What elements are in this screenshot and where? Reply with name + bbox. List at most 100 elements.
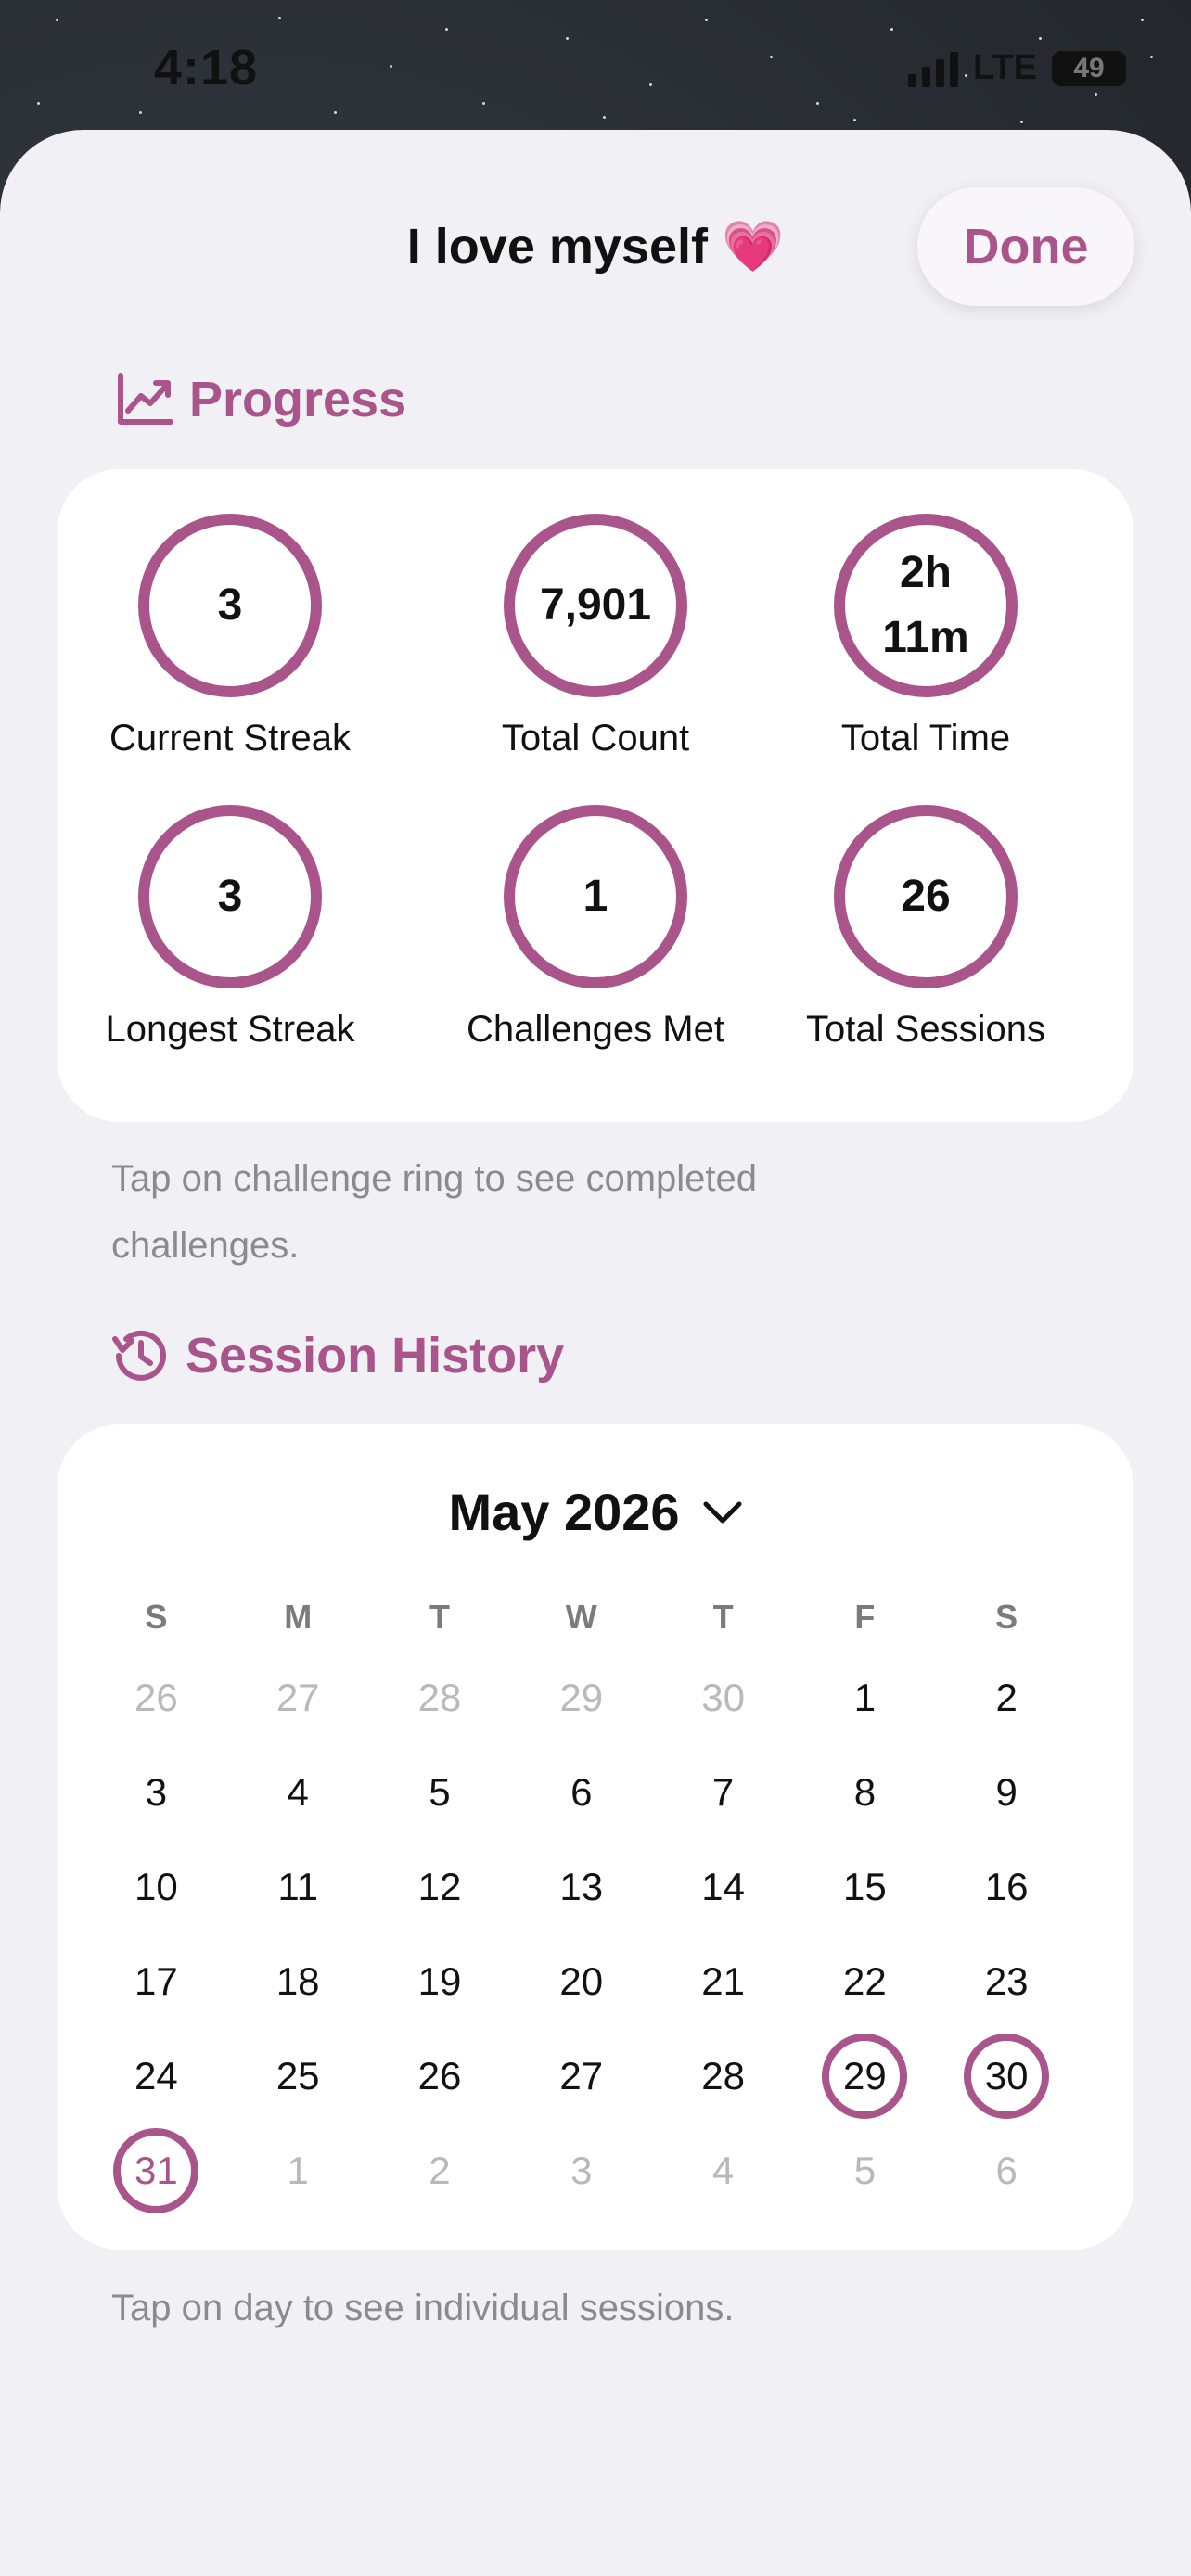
progress-note: Tap on challenge ring to see completed c… bbox=[111, 1158, 758, 1266]
weekday-label: W bbox=[565, 1598, 597, 1636]
calendar-day[interactable]: 8 bbox=[794, 1745, 936, 1840]
day-number: 6 bbox=[570, 1770, 593, 1814]
calendar-day[interactable]: 16 bbox=[936, 1840, 1078, 1934]
star-dot bbox=[139, 111, 142, 114]
calendar-day[interactable]: 11 bbox=[227, 1840, 369, 1934]
calendar-day[interactable]: 3 bbox=[510, 2123, 652, 2218]
day-number: 15 bbox=[843, 1865, 887, 1908]
calendar-day[interactable]: 1 bbox=[794, 1651, 936, 1745]
weekday-label: T bbox=[429, 1598, 450, 1636]
calendar-day[interactable]: 27 bbox=[510, 2029, 652, 2123]
calendar-day[interactable]: 4 bbox=[652, 2123, 794, 2218]
calendar-day[interactable]: 29 bbox=[510, 1651, 652, 1745]
calendar-day[interactable]: 18 bbox=[227, 1934, 369, 2029]
stat-ring[interactable]: 26 bbox=[834, 805, 1018, 988]
calendar-day[interactable]: 14 bbox=[652, 1840, 794, 1934]
calendar-day[interactable]: 23 bbox=[936, 1934, 1078, 2029]
stat-total-sessions[interactable]: 26 Total Sessions bbox=[761, 805, 1091, 1051]
calendar-day[interactable]: 5 bbox=[369, 1745, 511, 1840]
day-number: 16 bbox=[984, 1865, 1029, 1908]
history-note: Tap on day to see individual sessions. bbox=[111, 2288, 735, 2328]
day-number: 10 bbox=[134, 1865, 178, 1908]
progress-title: Progress bbox=[189, 372, 407, 427]
star-dot bbox=[482, 102, 485, 105]
stat-label: Total Count bbox=[501, 718, 690, 759]
calendar-day[interactable]: 27 bbox=[227, 1651, 369, 1745]
calendar-day[interactable]: 29 bbox=[794, 2029, 936, 2123]
stat-longest-streak[interactable]: 3 Longest Streak bbox=[65, 805, 395, 1051]
calendar-day[interactable]: 30 bbox=[936, 2029, 1078, 2123]
month-label[interactable]: May 2026 bbox=[448, 1482, 679, 1542]
star-dot bbox=[1020, 121, 1023, 123]
calendar-day[interactable]: 3 bbox=[85, 1745, 227, 1840]
weekday-label: F bbox=[854, 1598, 876, 1636]
calendar-day[interactable]: 28 bbox=[369, 1651, 511, 1745]
day-number: 20 bbox=[559, 1959, 604, 2003]
calendar-day[interactable]: 17 bbox=[85, 1934, 227, 2029]
day-number: 29 bbox=[559, 1676, 604, 1719]
calendar-day[interactable]: 12 bbox=[369, 1840, 511, 1934]
progress-card: 3 Current Streak 7,901 Total Count 2h 11… bbox=[58, 469, 1133, 1122]
star-dot bbox=[1141, 19, 1144, 21]
calendar-day[interactable]: 26 bbox=[369, 2029, 511, 2123]
stat-label: Challenges Met bbox=[467, 1009, 724, 1050]
calendar-day[interactable]: 13 bbox=[510, 1840, 652, 1934]
day-number: 23 bbox=[984, 1959, 1029, 2003]
calendar-day[interactable]: 2 bbox=[936, 1651, 1078, 1745]
calendar-day[interactable]: 19 bbox=[369, 1934, 511, 2029]
week-row: 24 25 26 27 28 29 30 bbox=[85, 2029, 1078, 2123]
calendar-day[interactable]: 20 bbox=[510, 1934, 652, 2029]
calendar-day[interactable]: 22 bbox=[794, 1934, 936, 2029]
star-dot bbox=[1039, 37, 1042, 40]
calendar-day[interactable]: 6 bbox=[510, 1745, 652, 1840]
day-number: 19 bbox=[417, 1959, 462, 2003]
stat-ring[interactable]: 3 bbox=[138, 805, 322, 988]
signal-icon bbox=[908, 50, 959, 87]
day-number: 25 bbox=[275, 2054, 320, 2098]
stat-label: Total Time bbox=[840, 718, 1011, 759]
calendar-day[interactable]: 7 bbox=[652, 1745, 794, 1840]
calendar-day[interactable]: 4 bbox=[227, 1745, 369, 1840]
stat-total-count[interactable]: 7,901 Total Count bbox=[430, 514, 761, 759]
day-number: 17 bbox=[134, 1959, 178, 2003]
calendar-day[interactable]: 6 bbox=[936, 2123, 1078, 2218]
calendar-day[interactable]: 24 bbox=[85, 2029, 227, 2123]
done-button[interactable]: Done bbox=[917, 187, 1134, 306]
stat-ring[interactable]: 1 bbox=[504, 805, 687, 988]
star-dot bbox=[37, 102, 40, 105]
calendar-day[interactable]: 30 bbox=[652, 1651, 794, 1745]
calendar-day[interactable]: 9 bbox=[936, 1745, 1078, 1840]
star-dot bbox=[445, 28, 448, 31]
calendar-day[interactable]: 2 bbox=[369, 2123, 511, 2218]
battery-icon: 49 bbox=[1052, 50, 1126, 86]
month-picker[interactable]: May 2026 bbox=[58, 1482, 1133, 1542]
stat-ring[interactable]: 7,901 bbox=[504, 514, 687, 697]
calendar-day[interactable]: 21 bbox=[652, 1934, 794, 2029]
week-row: 26 27 28 29 30 1 2 bbox=[85, 1651, 1078, 1745]
day-number: 2 bbox=[429, 2149, 451, 2192]
calendar-day[interactable]: 15 bbox=[794, 1840, 936, 1934]
calendar-day[interactable]: 1 bbox=[227, 2123, 369, 2218]
chevron-down-icon[interactable] bbox=[702, 1498, 743, 1526]
stat-label: Total Sessions bbox=[806, 1009, 1045, 1050]
status-icons: LTE 49 bbox=[908, 48, 1126, 88]
stat-ring[interactable]: 2h 11m bbox=[834, 514, 1018, 697]
stat-current-streak[interactable]: 3 Current Streak bbox=[65, 514, 395, 759]
calendar-grid: S M T W T F S 26 27 28 29 30 1 2 3 4 5 6 7 8 9 10 11 12 13 14 15 16… bbox=[85, 1584, 1078, 2218]
day-number: 1 bbox=[287, 2149, 309, 2192]
calendar-day[interactable]: 31 bbox=[85, 2123, 227, 2218]
history-clock-icon bbox=[112, 1330, 166, 1381]
day-number: 24 bbox=[134, 2054, 178, 2098]
calendar-day[interactable]: 10 bbox=[85, 1840, 227, 1934]
progress-header: Progress bbox=[115, 371, 406, 428]
calendar-day[interactable]: 28 bbox=[652, 2029, 794, 2123]
star-dot bbox=[390, 65, 392, 68]
status-time: 4:18 bbox=[154, 40, 259, 96]
stat-total-time[interactable]: 2h 11m Total Time bbox=[761, 514, 1091, 759]
stat-challenges-met[interactable]: 1 Challenges Met bbox=[430, 805, 761, 1051]
calendar-day[interactable]: 5 bbox=[794, 2123, 936, 2218]
stat-ring[interactable]: 3 bbox=[138, 514, 322, 697]
calendar-day[interactable]: 25 bbox=[227, 2029, 369, 2123]
day-number: 27 bbox=[559, 2054, 604, 2098]
calendar-day[interactable]: 26 bbox=[85, 1651, 227, 1745]
